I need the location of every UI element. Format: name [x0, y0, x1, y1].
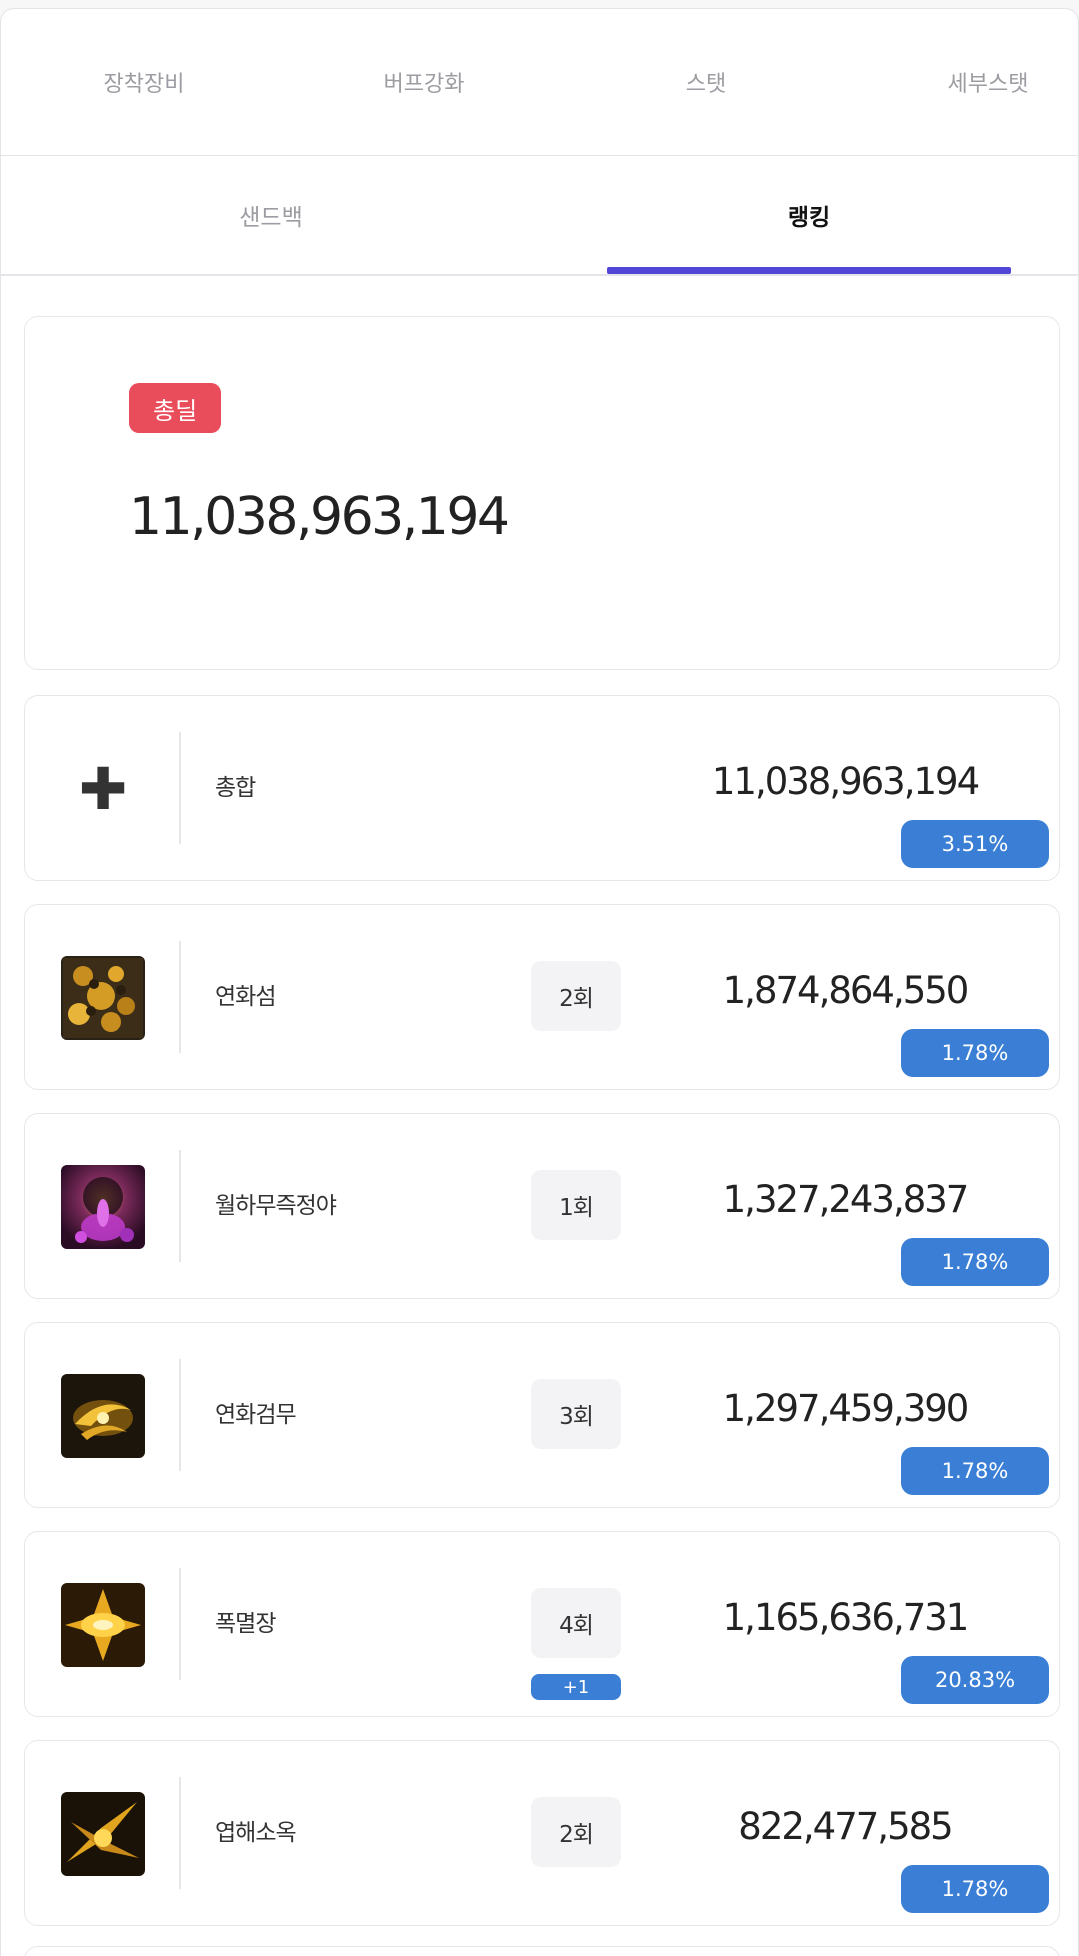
ranking-row[interactable]: 월하무즉정야 1회 1,327,243,837 1.78% [24, 1113, 1060, 1299]
total-damage-card: 총딜 11,038,963,194 [24, 316, 1060, 670]
row-divider [179, 941, 181, 1053]
skill-icon-wolhamujeukjeongya [61, 1165, 145, 1249]
percent-badge: 20.83% [901, 1656, 1049, 1704]
percent-badge: 1.78% [901, 1865, 1049, 1913]
ranking-row-partial [24, 1946, 1060, 1956]
damage-value: 1,165,636,731 [722, 1595, 970, 1639]
skill-icon-yeophaesook [61, 1792, 145, 1876]
damage-value: 11,038,963,194 [711, 759, 980, 803]
skill-icon-yeonhwaseom [61, 956, 145, 1040]
row-divider [179, 1150, 181, 1262]
ranking-row[interactable]: 폭멸장 4회 +1 1,165,636,731 20.83% [24, 1531, 1060, 1717]
skill-icon-yeonhwageommu [61, 1374, 145, 1458]
percent-badge: 1.78% [901, 1447, 1049, 1495]
hit-count-badge: 2회 [531, 1797, 621, 1867]
row-divider [179, 732, 181, 844]
percent-badge: 1.78% [901, 1238, 1049, 1286]
hit-count-badge: 1회 [531, 1170, 621, 1240]
tab-buff-enhance[interactable]: 버프강화 [294, 8, 554, 156]
percent-badge: 1.78% [901, 1029, 1049, 1077]
tab-sandbag[interactable]: 샌드백 [69, 156, 473, 274]
row-divider [179, 1777, 181, 1889]
row-divider [179, 1359, 181, 1471]
total-damage-value: 11,038,963,194 [129, 487, 510, 547]
damage-value: 822,477,585 [738, 1804, 953, 1848]
top-tab-bar: 장착장비 버프강화 스탯 세부스탯 [0, 8, 1079, 156]
plus-icon: ✚ [78, 755, 128, 823]
hit-count-badge: 3회 [531, 1379, 621, 1449]
row-divider [179, 1568, 181, 1680]
skill-name: 연화검무 [215, 1402, 297, 1428]
percent-badge: 3.51% [901, 820, 1049, 868]
skill-name: 엽해소옥 [215, 1820, 297, 1846]
damage-value: 1,327,243,837 [722, 1177, 970, 1221]
skill-name: 총합 [215, 775, 256, 801]
skill-name: 폭멸장 [215, 1611, 276, 1637]
tab-stats[interactable]: 스탯 [576, 8, 836, 156]
skill-name: 월하무즉정야 [215, 1193, 337, 1219]
ranking-row[interactable]: 연화검무 3회 1,297,459,390 1.78% [24, 1322, 1060, 1508]
sub-tab-bar: 샌드백 랭킹 [0, 156, 1079, 276]
skill-name: 연화섬 [215, 984, 276, 1010]
ranking-row[interactable]: 연화섬 2회 1,874,864,550 1.78% [24, 904, 1060, 1090]
damage-value: 1,297,459,390 [722, 1386, 970, 1430]
total-badge: 총딜 [129, 383, 222, 433]
active-tab-indicator [607, 267, 1011, 274]
extra-hit-badge: +1 [531, 1674, 621, 1700]
hit-count-badge: 4회 [531, 1588, 621, 1658]
tab-equipment[interactable]: 장착장비 [14, 8, 274, 156]
tab-detail-stats[interactable]: 세부스탯 [858, 8, 1079, 156]
ranking-row[interactable]: 엽해소옥 2회 822,477,585 1.78% [24, 1740, 1060, 1926]
skill-icon-pokmyeoljang [61, 1583, 145, 1667]
hit-count-badge: 2회 [531, 961, 621, 1031]
ranking-row-total[interactable]: ✚ 총합 11,038,963,194 3.51% [24, 695, 1060, 881]
tab-ranking[interactable]: 랭킹 [607, 156, 1011, 274]
damage-value: 1,874,864,550 [722, 968, 970, 1012]
